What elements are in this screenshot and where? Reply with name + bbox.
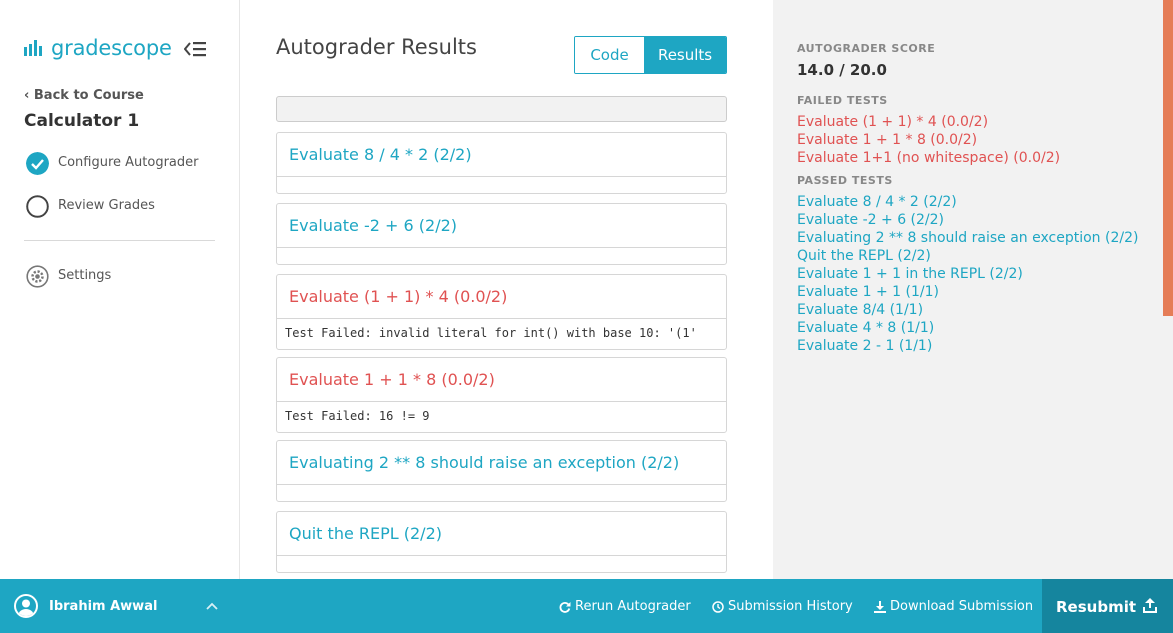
resubmit-button[interactable]: Resubmit [1042,579,1173,633]
failed-test-link[interactable]: Evaluate 1+1 (no whitespace) (0.0/2) [797,149,1060,167]
failed-tests-label: FAILED TESTS [797,94,888,107]
results-summary-panel: AUTOGRADER SCORE 14.0 / 20.0 FAILED TEST… [773,0,1163,579]
footer-bar: Ibrahim Awwal Rerun Autograder Submissio… [0,579,1173,633]
upload-icon [1143,598,1157,613]
passed-test-link[interactable]: Evaluate 4 * 8 (1/1) [797,319,1138,337]
autograder-score: 14.0 / 20.0 [797,61,887,79]
test-result-card: Evaluate -2 + 6 (2/2) [276,203,727,265]
passed-test-link[interactable]: Evaluating 2 ** 8 should raise an except… [797,229,1138,247]
passed-test-link[interactable]: Evaluate -2 + 6 (2/2) [797,211,1138,229]
user-icon [18,599,34,616]
test-result-title[interactable]: Evaluate 8 / 4 * 2 (2/2) [277,133,726,177]
sidebar-item-settings[interactable]: Settings [26,265,216,289]
main-content: Autograder Results Code Results Evaluate… [241,0,773,579]
test-result-output: Test Failed: invalid literal for int() w… [285,326,697,340]
results-tab-button[interactable]: Results [644,37,726,73]
failed-test-link[interactable]: Evaluate 1 + 1 * 8 (0.0/2) [797,131,1060,149]
check-circle-icon [26,152,49,175]
passed-test-link[interactable]: Evaluate 1 + 1 in the REPL (2/2) [797,265,1138,283]
clock-icon [712,600,724,613]
avatar[interactable] [14,594,38,618]
rerun-label: Rerun Autograder [575,599,691,614]
test-result-card: Quit the REPL (2/2) [276,511,727,573]
back-to-course-link[interactable]: ‹ Back to Course [24,88,144,103]
test-result-title[interactable]: Evaluate -2 + 6 (2/2) [277,204,726,248]
download-label: Download Submission [890,599,1034,614]
rerun-autograder-button[interactable]: Rerun Autograder [559,599,691,614]
chevron-up-icon[interactable] [205,601,219,611]
test-result-card: Evaluate 8 / 4 * 2 (2/2) [276,132,727,194]
failed-test-link[interactable]: Evaluate (1 + 1) * 4 (0.0/2) [797,113,1060,131]
gear-icon [26,265,49,288]
score-label: AUTOGRADER SCORE [797,42,936,55]
test-result-title[interactable]: Evaluating 2 ** 8 should raise an except… [277,441,726,485]
view-toggle: Code Results [574,36,727,74]
filter-bar[interactable] [276,96,727,122]
gradescope-logo-icon [24,40,42,56]
sidebar-item-review-grades[interactable]: Review Grades [26,195,216,219]
sidebar-divider [24,240,215,241]
history-label: Submission History [728,599,853,614]
test-result-card: Evaluate 1 + 1 * 8 (0.0/2) Test Failed: … [276,357,727,433]
test-result-title[interactable]: Evaluate 1 + 1 * 8 (0.0/2) [277,358,726,402]
failed-tests-list: Evaluate (1 + 1) * 4 (0.0/2) Evaluate 1 … [797,113,1060,167]
passed-tests-label: PASSED TESTS [797,174,893,187]
passed-test-link[interactable]: Evaluate 8 / 4 * 2 (2/2) [797,193,1138,211]
scrollbar-thumb[interactable] [1163,0,1173,316]
passed-test-link[interactable]: Evaluate 1 + 1 (1/1) [797,283,1138,301]
passed-test-link[interactable]: Evaluate 2 - 1 (1/1) [797,337,1138,355]
download-icon [874,600,886,613]
logo[interactable]: gradescope [24,36,216,62]
user-name[interactable]: Ibrahim Awwal [49,599,157,614]
test-result-output [277,485,726,501]
back-label: Back to Course [33,88,144,103]
sidebar-item-label: Settings [58,268,112,283]
test-result-output [277,556,726,572]
passed-test-link[interactable]: Evaluate 8/4 (1/1) [797,301,1138,319]
test-result-output: Test Failed: 16 != 9 [285,409,430,423]
download-submission-button[interactable]: Download Submission [874,599,1033,614]
test-result-output [277,177,726,193]
empty-circle-icon [26,195,49,218]
chevron-left-icon: ‹ [24,88,34,103]
code-tab-button[interactable]: Code [575,37,645,73]
logo-text: gradescope [51,36,172,60]
resubmit-label: Resubmit [1056,598,1137,616]
page-title: Autograder Results [276,35,477,59]
sidebar-item-configure-autograder[interactable]: Configure Autograder [26,152,216,176]
collapse-sidebar-icon[interactable] [184,39,208,59]
submission-history-button[interactable]: Submission History [712,599,853,614]
test-result-output [277,248,726,264]
test-result-title[interactable]: Quit the REPL (2/2) [277,512,726,556]
test-result-card: Evaluate (1 + 1) * 4 (0.0/2) Test Failed… [276,274,727,350]
course-title: Calculator 1 [24,111,140,131]
test-result-title[interactable]: Evaluate (1 + 1) * 4 (0.0/2) [277,275,726,319]
passed-test-link[interactable]: Quit the REPL (2/2) [797,247,1138,265]
refresh-icon [559,601,571,613]
sidebar: gradescope ‹ Back to Course Calculator 1… [0,0,240,579]
sidebar-item-label: Configure Autograder [58,155,199,170]
passed-tests-list: Evaluate 8 / 4 * 2 (2/2) Evaluate -2 + 6… [797,193,1138,355]
test-result-card: Evaluating 2 ** 8 should raise an except… [276,440,727,502]
sidebar-item-label: Review Grades [58,198,155,213]
